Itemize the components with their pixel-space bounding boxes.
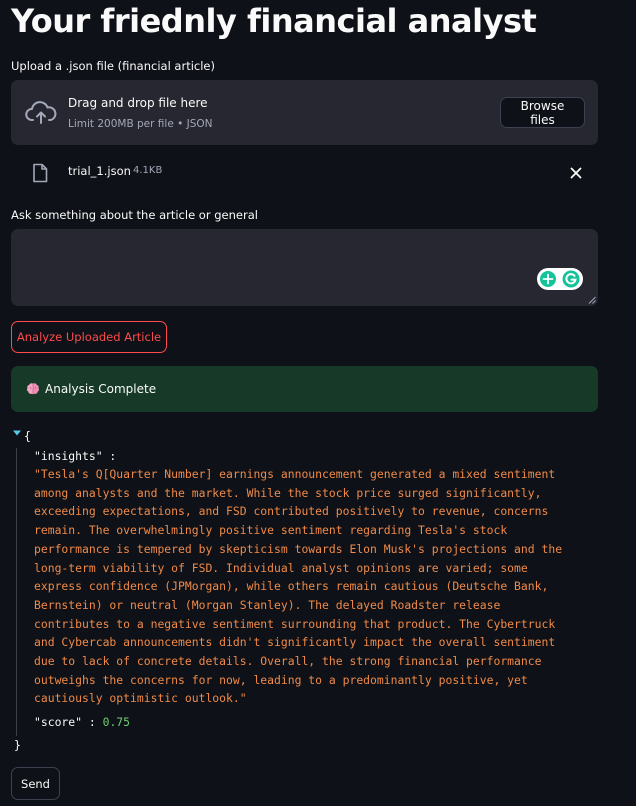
json-close-brace: }: [14, 738, 21, 752]
page-title: Your friednly financial analyst: [11, 2, 537, 40]
uploaded-file-size: 4.1KB: [133, 165, 163, 176]
brain-icon: [26, 383, 40, 395]
collapse-caret-icon[interactable]: [12, 429, 22, 437]
status-text: Analysis Complete: [45, 382, 157, 396]
json-result-viewer: { "insights" : "Tesla's Q[Quarter Number…: [11, 426, 598, 758]
close-icon[interactable]: [568, 165, 584, 181]
status-alert: Analysis Complete: [11, 366, 598, 412]
cloud-upload-icon: [25, 101, 57, 124]
grammarly-icon[interactable]: [536, 267, 584, 291]
file-icon: [33, 163, 48, 183]
json-score-key: "score" :: [34, 715, 96, 729]
file-dropzone[interactable]: Drag and drop file here Limit 200MB per …: [11, 80, 598, 145]
uploaded-file-item: trial_1.json 4.1KB: [11, 156, 598, 190]
json-score-value: 0.75: [102, 715, 131, 729]
dropzone-limit: Limit 200MB per file • JSON: [68, 118, 213, 130]
dropzone-instructions: Drag and drop file here: [68, 96, 208, 110]
json-open-brace: {: [24, 429, 31, 443]
analyze-article-button[interactable]: Analyze Uploaded Article: [11, 321, 167, 353]
upload-label: Upload a .json file (financial article): [11, 59, 215, 73]
uploaded-file-name: trial_1.json: [68, 164, 131, 178]
json-score-row: "score" : 0.75: [34, 713, 130, 732]
app-page: Your friednly financial analyst Upload a…: [0, 0, 636, 806]
json-insights-key: "insights" :: [34, 449, 117, 463]
json-insights-value: "Tesla's Q[Quarter Number] earnings anno…: [34, 467, 563, 706]
json-indent-guide: [16, 448, 17, 736]
send-button[interactable]: Send: [11, 767, 60, 800]
browse-files-button[interactable]: Browse files: [500, 97, 585, 128]
question-input[interactable]: [11, 229, 598, 306]
question-label: Ask something about the article or gener…: [11, 208, 258, 222]
resize-handle-icon[interactable]: [588, 296, 596, 304]
